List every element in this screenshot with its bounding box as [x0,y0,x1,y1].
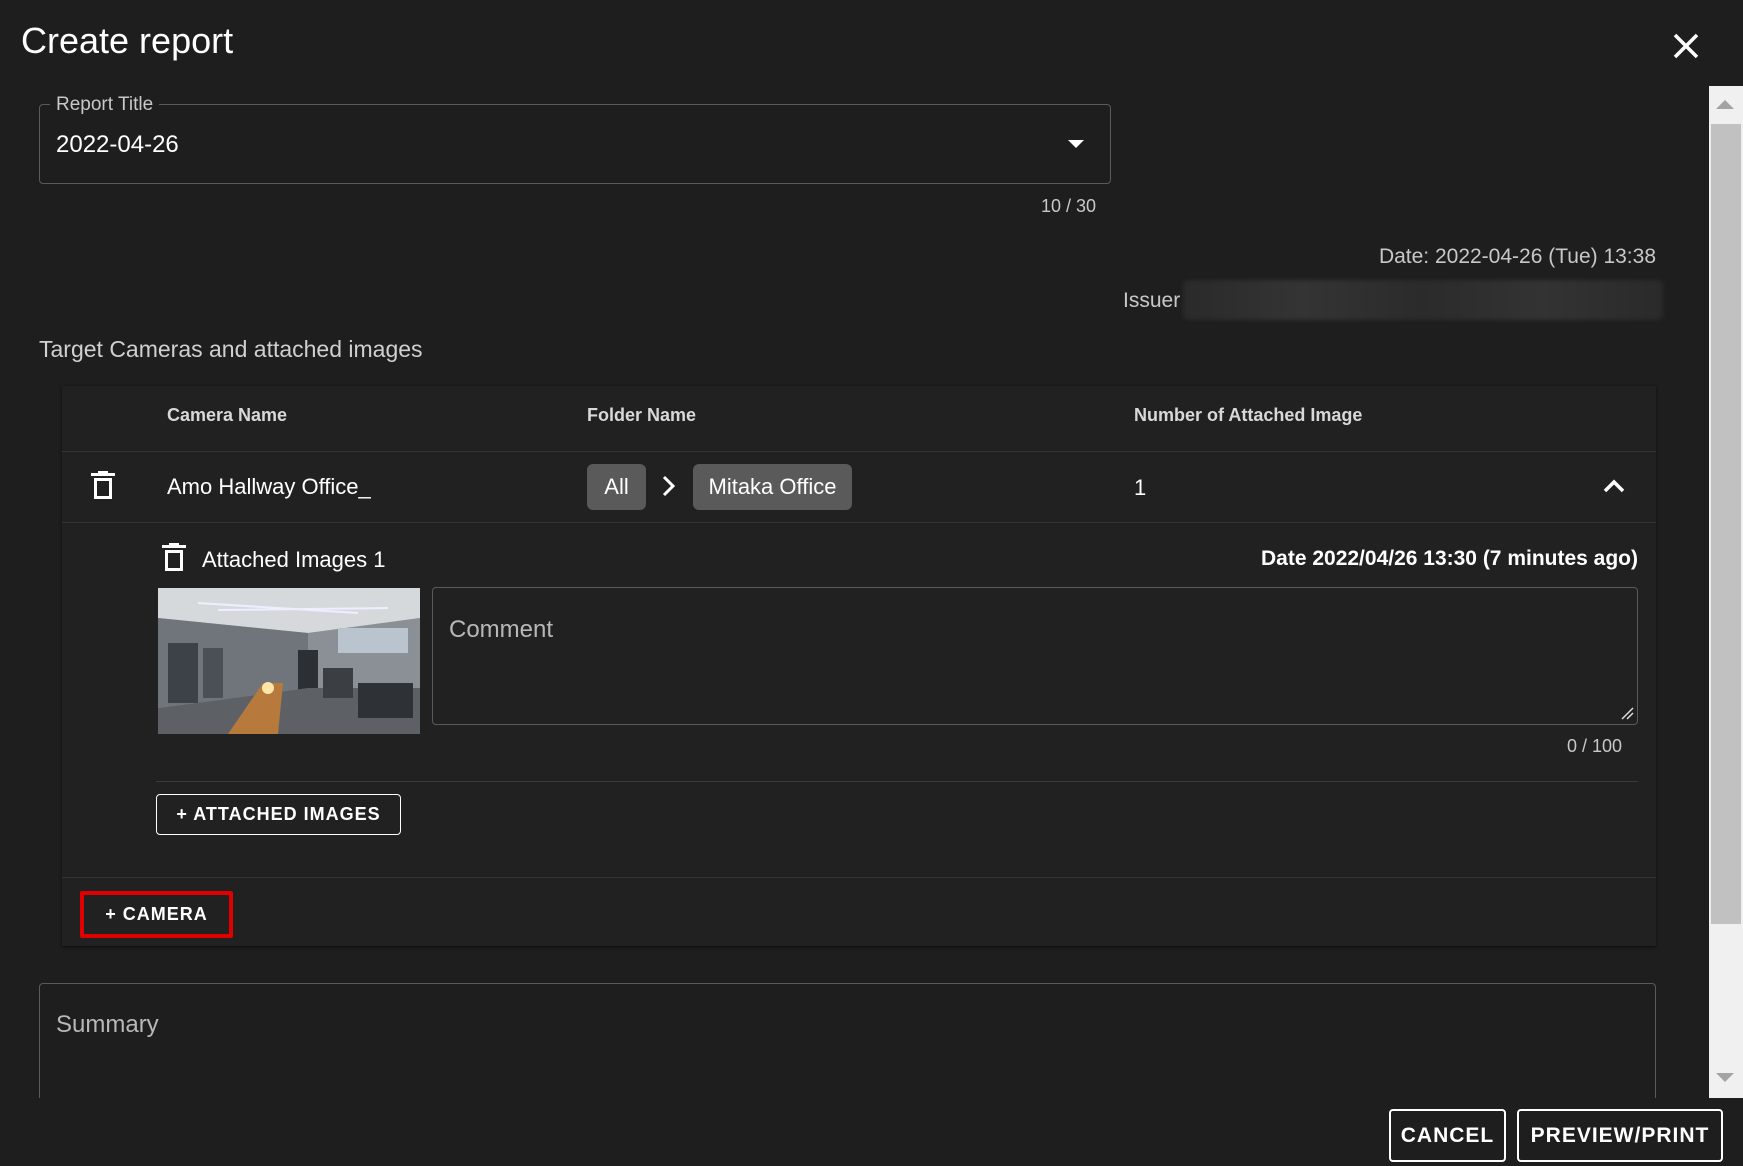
column-folder-name: Folder Name [587,405,697,425]
preview-print-button[interactable]: PREVIEW/PRINT [1517,1109,1723,1162]
chevron-right-icon [659,474,679,503]
comment-textarea[interactable] [432,587,1638,725]
header-divider [62,451,1656,452]
issuer-value-redacted [1183,280,1663,320]
scroll-up-arrow-icon[interactable] [1716,100,1734,109]
attached-image-date: Date 2022/04/26 13:30 (7 minutes ago) [1260,547,1638,570]
dialog-title: Create report [21,20,234,61]
add-attached-images-button[interactable]: + ATTACHED IMAGES [156,794,401,835]
report-title-value: 2022-04-26 [56,131,179,158]
comment-counter: 0 / 100 [1566,736,1622,756]
delete-image-button[interactable] [160,543,188,578]
attached-images-label: Attached Images 1 [202,547,386,572]
comment-placeholder: Comment [449,616,554,643]
camera-name: Amo Hallway Office_ [167,474,371,499]
column-camera-name: Camera Name [167,405,288,425]
report-title-select[interactable] [39,104,1111,184]
report-title-counter: 10 / 30 [1040,196,1096,216]
report-date: Date: 2022-04-26 (Tue) 13:38 [1378,245,1656,268]
chevron-up-icon [1603,479,1625,493]
folder-chip-all[interactable]: All [587,464,646,510]
delete-camera-button[interactable] [89,471,117,506]
dropdown-arrow-icon[interactable] [1068,140,1084,148]
report-title-label: Report Title [50,94,160,116]
folder-chip-mitaka-office[interactable]: Mitaka Office [693,464,852,510]
trash-icon [162,543,186,571]
cancel-button[interactable]: CANCEL [1389,1109,1506,1162]
camera-footer-divider [62,877,1656,878]
add-camera-button[interactable]: + CAMERA [80,891,233,938]
attached-divider [156,781,1638,782]
column-attached-count: Number of Attached Image [1134,405,1363,425]
office-photo-icon [158,588,420,734]
collapse-row-button[interactable] [1600,476,1628,501]
close-button[interactable] [1666,26,1706,66]
summary-placeholder: Summary [56,1011,159,1038]
attached-count: 1 [1134,475,1147,500]
attached-image-thumbnail[interactable] [158,588,420,734]
scrollbar-thumb[interactable] [1711,124,1741,924]
section-title: Target Cameras and attached images [39,336,423,362]
row-divider [62,522,1656,523]
close-icon [1673,33,1699,59]
trash-icon [91,471,115,499]
resize-handle-icon[interactable] [1620,706,1634,725]
issuer-label: Issuer [1123,289,1181,312]
scroll-down-arrow-icon[interactable] [1716,1073,1734,1082]
